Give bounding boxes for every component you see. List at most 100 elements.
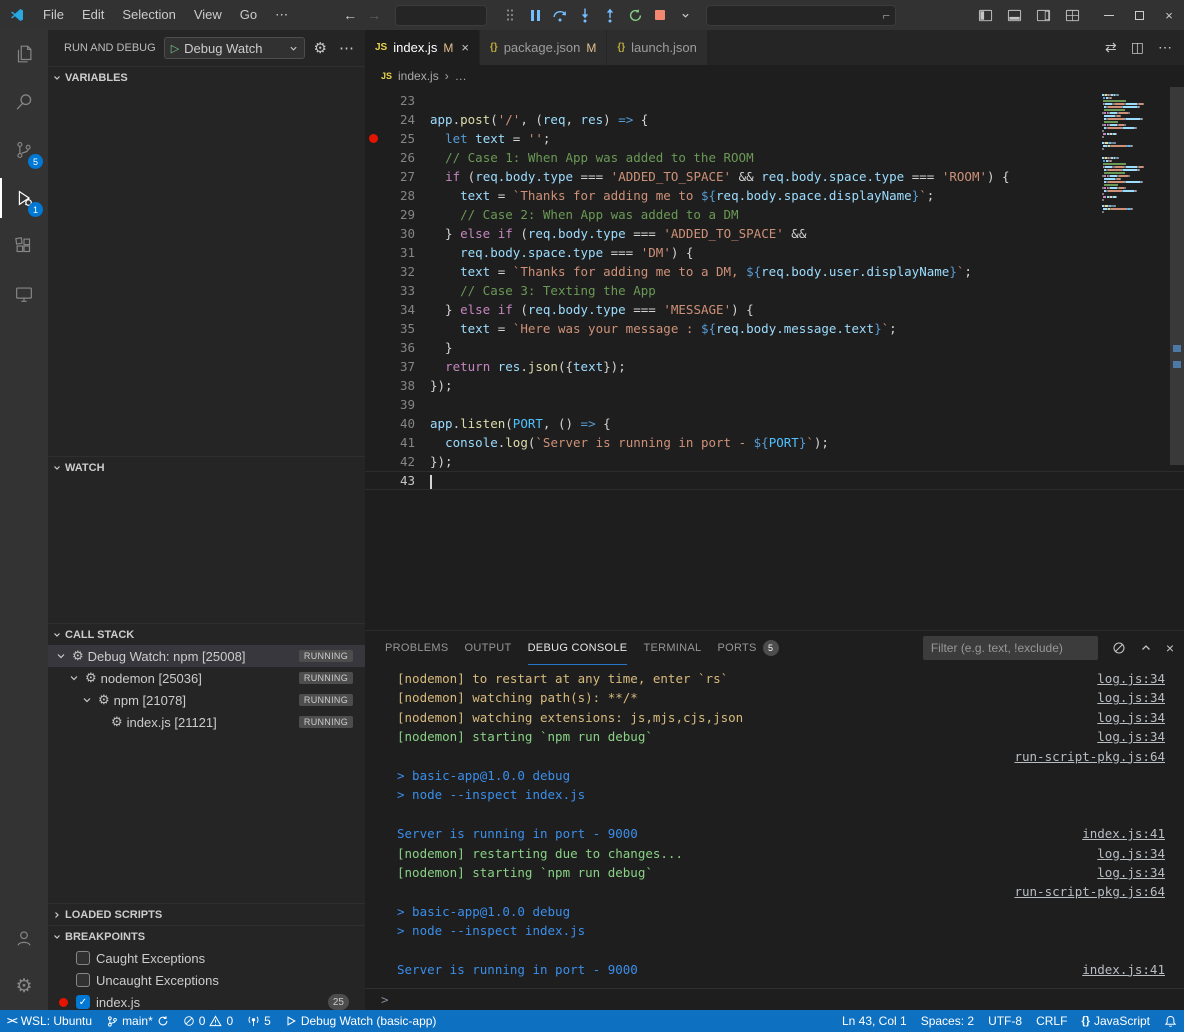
tab-index.js[interactable]: JSindex.jsM×	[365, 30, 480, 65]
forwarded-ports-status[interactable]: 5	[240, 1010, 278, 1032]
console-line[interactable]: > basic-app@1.0.0 debug	[397, 902, 1184, 921]
cursor-position[interactable]: Ln 43, Col 1	[835, 1010, 914, 1032]
code-line-30[interactable]: 30 } else if (req.body.type === 'ADDED_T…	[365, 224, 1184, 243]
breakpoint-checkbox[interactable]	[76, 973, 90, 987]
source-control-icon[interactable]: 5	[0, 126, 48, 174]
code-line-34[interactable]: 34 } else if (req.body.type === 'MESSAGE…	[365, 300, 1184, 319]
toggle-sidebar-icon[interactable]	[978, 8, 993, 23]
breakpoint-icon[interactable]	[369, 134, 378, 143]
code-line-24[interactable]: 24app.post('/', (req, res) => {	[365, 110, 1184, 129]
tab-close-icon[interactable]: ×	[461, 40, 469, 55]
breadcrumb-more[interactable]: …	[455, 69, 467, 83]
language-selector[interactable]: {} JavaScript	[1074, 1010, 1157, 1032]
step-into-icon[interactable]	[576, 5, 594, 25]
code-line-27[interactable]: 27 if (req.body.type === 'ADDED_TO_SPACE…	[365, 167, 1184, 186]
notifications-bell[interactable]	[1157, 1010, 1184, 1032]
code-line-39[interactable]: 39	[365, 395, 1184, 414]
code-line-37[interactable]: 37 return res.json({text});	[365, 357, 1184, 376]
maximize-button[interactable]	[1124, 0, 1154, 30]
remote-indicator[interactable]: >< WSL: Ubuntu	[0, 1010, 99, 1032]
minimap[interactable]	[1102, 91, 1168, 217]
panel-tab-ports[interactable]: PORTS5	[717, 631, 778, 665]
console-line[interactable]: [nodemon] watching path(s): **/*log.js:3…	[397, 688, 1184, 707]
console-source-link[interactable]: log.js:34	[1097, 863, 1165, 882]
step-over-icon[interactable]	[551, 5, 569, 25]
code-line-26[interactable]: 26 // Case 1: When App was added to the …	[365, 148, 1184, 167]
code-line-31[interactable]: 31 req.body.space.type === 'DM') {	[365, 243, 1184, 262]
console-filter-input[interactable]	[923, 636, 1098, 660]
console-source-link[interactable]: run-script-pkg.js:64	[1014, 882, 1165, 901]
git-branch-status[interactable]: main*	[99, 1010, 176, 1032]
debug-session-status[interactable]: Debug Watch (basic-app)	[278, 1010, 444, 1032]
tab-launch.json[interactable]: {}launch.json	[607, 30, 708, 65]
stop-icon[interactable]	[651, 5, 669, 25]
code-line-36[interactable]: 36 }	[365, 338, 1184, 357]
start-debugging-icon[interactable]: ▷	[171, 42, 179, 55]
menu-view[interactable]: View	[185, 4, 231, 26]
breakpoint-row[interactable]: Uncaught Exceptions	[48, 969, 365, 991]
tab-package.json[interactable]: {}package.jsonM	[480, 30, 607, 65]
console-line[interactable]: [nodemon] to restart at any time, enter …	[397, 669, 1184, 688]
console-line[interactable]: > basic-app@1.0.0 debug	[397, 766, 1184, 785]
call-stack-session[interactable]: ⚙nodemon [25036]RUNNING	[48, 667, 365, 689]
close-panel-icon[interactable]: ×	[1166, 640, 1174, 656]
console-source-link[interactable]: index.js:41	[1082, 824, 1165, 843]
eol-status[interactable]: CRLF	[1029, 1010, 1074, 1032]
editor-scrollbar[interactable]	[1170, 87, 1184, 465]
console-line[interactable]: Server is running in port - 9000index.js…	[397, 960, 1184, 979]
console-line[interactable]: [nodemon] starting `npm run debug`log.js…	[397, 863, 1184, 882]
console-line[interactable]	[397, 940, 1184, 959]
console-source-link[interactable]: run-script-pkg.js:64	[1014, 747, 1165, 766]
code-line-33[interactable]: 33 // Case 3: Texting the App	[365, 281, 1184, 300]
clear-console-icon[interactable]	[1112, 641, 1126, 655]
code-line-28[interactable]: 28 text = `Thanks for adding me to ${req…	[365, 186, 1184, 205]
menu-go[interactable]: Go	[231, 4, 266, 26]
breadcrumb-file[interactable]: index.js	[398, 69, 439, 83]
code-line-35[interactable]: 35 text = `Here was your message : ${req…	[365, 319, 1184, 338]
maximize-panel-chevron-icon[interactable]	[1140, 642, 1152, 654]
section-breakpoints[interactable]: BREAKPOINTS	[48, 925, 365, 947]
code-line-42[interactable]: 42});	[365, 452, 1184, 471]
menu-edit[interactable]: Edit	[73, 4, 113, 26]
toolbar-grip-icon[interactable]	[501, 5, 519, 25]
breakpoint-checkbox[interactable]	[76, 951, 90, 965]
forward-arrow-icon[interactable]: →	[367, 7, 381, 23]
step-out-icon[interactable]	[601, 5, 619, 25]
breakpoint-row[interactable]: ✓index.js25	[48, 991, 365, 1010]
command-center-box[interactable]	[395, 5, 487, 26]
extensions-icon[interactable]	[0, 222, 48, 270]
code-line-40[interactable]: 40app.listen(PORT, () => {	[365, 414, 1184, 433]
editor-more-actions-icon[interactable]: ⋯	[1158, 39, 1172, 56]
panel-tab-output[interactable]: OUTPUT	[465, 631, 512, 665]
open-changes-icon[interactable]: ⇄	[1105, 39, 1117, 56]
stop-chevron-down-icon[interactable]	[676, 5, 694, 25]
indentation-status[interactable]: Spaces: 2	[914, 1010, 981, 1032]
code-line-23[interactable]: 23	[365, 91, 1184, 110]
breadcrumb[interactable]: JS index.js › …	[365, 65, 1184, 87]
views-more-actions-icon[interactable]: ⋯	[336, 39, 357, 57]
search-icon[interactable]	[0, 78, 48, 126]
console-line[interactable]: > node --inspect index.js	[397, 785, 1184, 804]
section-call-stack[interactable]: CALL STACK	[48, 623, 365, 645]
settings-gear-icon[interactable]: ⚙	[0, 962, 48, 1010]
console-line[interactable]: Server is running in port - 9000index.js…	[397, 824, 1184, 843]
section-loaded-scripts[interactable]: LOADED SCRIPTS	[48, 903, 365, 925]
run-and-debug-icon[interactable]: 1	[0, 174, 48, 222]
debug-gear-icon[interactable]: ⚙	[311, 39, 330, 57]
console-source-link[interactable]: log.js:34	[1097, 727, 1165, 746]
code-line-29[interactable]: 29 // Case 2: When App was added to a DM	[365, 205, 1184, 224]
remote-explorer-icon[interactable]	[0, 270, 48, 318]
code-editor[interactable]: 2324app.post('/', (req, res) => {25 let …	[365, 87, 1184, 630]
console-source-link[interactable]: log.js:34	[1097, 688, 1165, 707]
panel-tab-problems[interactable]: PROBLEMS	[385, 631, 449, 665]
call-stack-session[interactable]: ⚙index.js [21121]RUNNING	[48, 711, 365, 733]
console-line[interactable]: run-script-pkg.js:64	[397, 882, 1184, 901]
menu-file[interactable]: File	[34, 4, 73, 26]
accounts-icon[interactable]	[0, 914, 48, 962]
code-line-38[interactable]: 38});	[365, 376, 1184, 395]
console-source-link[interactable]: log.js:34	[1097, 669, 1165, 688]
call-stack-session[interactable]: ⚙Debug Watch: npm [25008]RUNNING	[48, 645, 365, 667]
console-source-link[interactable]: index.js:41	[1082, 960, 1165, 979]
customize-layout-icon[interactable]	[1065, 8, 1080, 23]
breakpoint-row[interactable]: Caught Exceptions	[48, 947, 365, 969]
